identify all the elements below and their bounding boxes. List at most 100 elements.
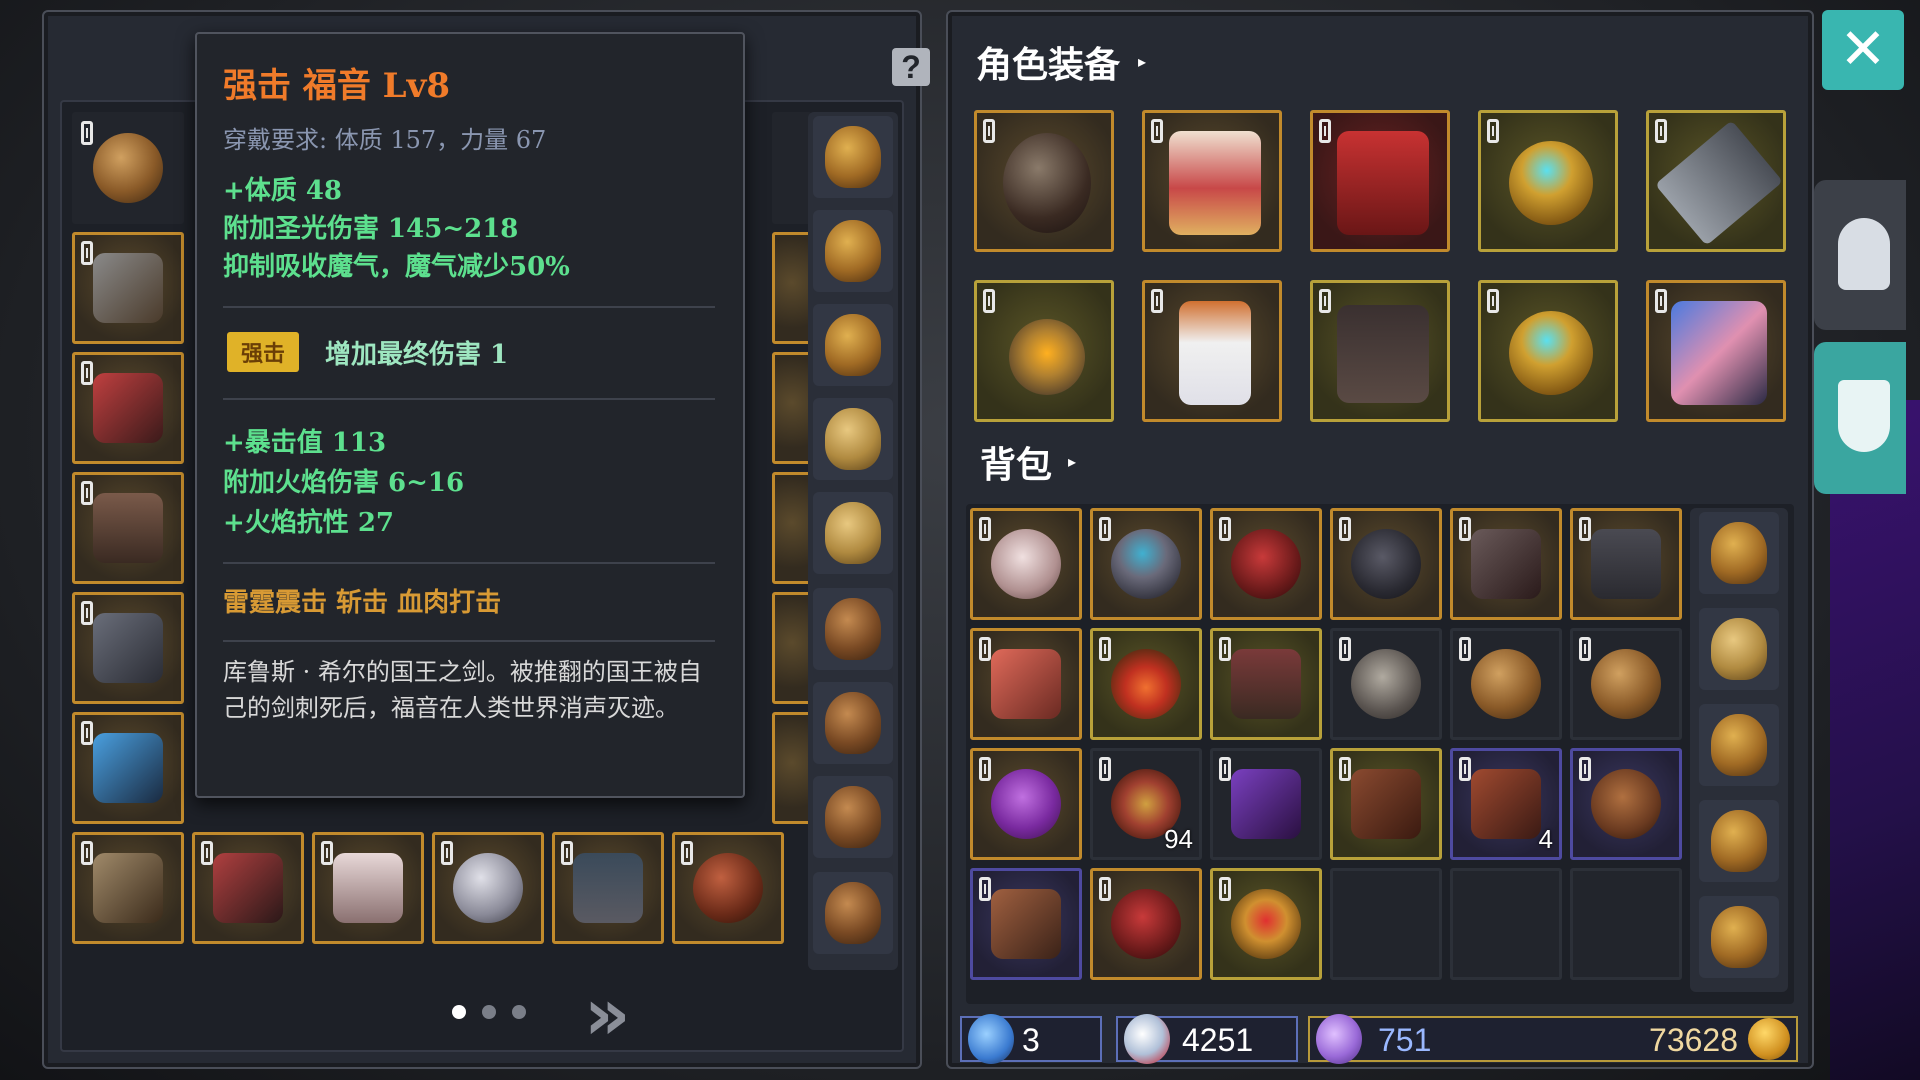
equip-slot-offhand[interactable] xyxy=(1646,280,1786,422)
equip-slot-ring-1[interactable] xyxy=(1478,110,1618,252)
inventory-slot[interactable] xyxy=(72,232,184,344)
backpack-slot-empty[interactable] xyxy=(1450,868,1562,980)
page-dot-3[interactable] xyxy=(512,1005,526,1019)
equipment-title: 角色装备 xyxy=(976,44,1121,86)
claw-icon xyxy=(1351,769,1421,839)
bag-slot[interactable] xyxy=(813,682,893,764)
bag-slot[interactable] xyxy=(1699,512,1779,594)
lock-icon xyxy=(561,841,573,865)
backpack-slot[interactable] xyxy=(1210,628,1322,740)
next-page-button[interactable]: » xyxy=(584,972,630,1056)
bag-slot[interactable] xyxy=(813,776,893,858)
bag-slot[interactable] xyxy=(1699,608,1779,690)
bag-slot[interactable] xyxy=(1699,704,1779,786)
backpack-slot[interactable] xyxy=(1090,628,1202,740)
tab-weapon[interactable] xyxy=(1814,342,1906,494)
backpack-slot-empty[interactable] xyxy=(1330,868,1442,980)
equip-slot-ring-2[interactable] xyxy=(1478,280,1618,422)
backpack-slot[interactable] xyxy=(1570,508,1682,620)
backpack-slot[interactable] xyxy=(970,868,1082,980)
lock-icon xyxy=(979,637,991,661)
inventory-slot[interactable] xyxy=(672,832,784,944)
equip-slot-amulet[interactable] xyxy=(974,280,1114,422)
bag-column xyxy=(808,112,898,970)
backpack-slot[interactable] xyxy=(1090,868,1202,980)
lock-icon xyxy=(1151,289,1163,313)
page-dot-1[interactable] xyxy=(452,1005,466,1019)
backpack-slot[interactable] xyxy=(1210,748,1322,860)
inventory-slot[interactable] xyxy=(72,352,184,464)
bag-slot[interactable] xyxy=(813,210,893,292)
backpack-slot[interactable] xyxy=(970,628,1082,740)
inventory-slot[interactable] xyxy=(772,472,812,584)
inventory-slot[interactable] xyxy=(772,112,812,224)
backpack-slot[interactable] xyxy=(1210,868,1322,980)
backpack-slot[interactable] xyxy=(1450,628,1562,740)
backpack-slot-empty[interactable] xyxy=(1570,868,1682,980)
inventory-slot[interactable] xyxy=(312,832,424,944)
equip-slot-helmet[interactable] xyxy=(974,110,1114,252)
bag-slot[interactable] xyxy=(813,872,893,954)
equip-slot-armor[interactable] xyxy=(1142,110,1282,252)
inventory-slot[interactable] xyxy=(432,832,544,944)
horn-icon xyxy=(991,889,1061,959)
lock-icon xyxy=(1219,757,1231,781)
close-button[interactable]: ✕ xyxy=(1822,10,1904,90)
backpack-slot[interactable]: 4 xyxy=(1450,748,1562,860)
pouch-icon xyxy=(1591,649,1661,719)
equip-slot-weapon[interactable] xyxy=(1646,110,1786,252)
backpack-slot[interactable] xyxy=(1450,508,1562,620)
inventory-slot[interactable] xyxy=(192,832,304,944)
lock-icon xyxy=(321,841,333,865)
equip-slot-cloak[interactable] xyxy=(1310,110,1450,252)
inventory-slot[interactable] xyxy=(72,592,184,704)
bag-slot[interactable] xyxy=(813,304,893,386)
lock-icon xyxy=(1579,637,1591,661)
tab-equipment[interactable] xyxy=(1814,180,1906,330)
inventory-slot[interactable] xyxy=(72,472,184,584)
backpack-slot[interactable] xyxy=(1570,628,1682,740)
inventory-slot[interactable] xyxy=(772,592,812,704)
backpack-slot[interactable] xyxy=(1330,628,1442,740)
inventory-slot[interactable] xyxy=(72,712,184,824)
stat-line: +暴击值 113 xyxy=(223,428,387,458)
inventory-slot[interactable] xyxy=(72,832,184,944)
scythe-icon xyxy=(93,853,163,923)
backpack-slot[interactable] xyxy=(970,748,1082,860)
equip-slot-boots[interactable] xyxy=(1310,280,1450,422)
backpack-icon xyxy=(1711,522,1767,584)
page-dot-2[interactable] xyxy=(482,1005,496,1019)
bag-slot[interactable] xyxy=(813,492,893,574)
backpack-slot[interactable] xyxy=(1330,748,1442,860)
lock-icon xyxy=(81,481,93,505)
bag-slot[interactable] xyxy=(813,398,893,480)
divider xyxy=(223,562,715,564)
inventory-slot[interactable] xyxy=(72,112,184,224)
backpack-slot[interactable] xyxy=(1090,508,1202,620)
bag-slot[interactable] xyxy=(813,588,893,670)
pouch-icon xyxy=(1471,649,1541,719)
item-quantity: 4 xyxy=(1538,824,1553,854)
help-button[interactable]: ? xyxy=(892,48,930,86)
stat-line: +体质 48 xyxy=(223,176,343,206)
backpack-slot[interactable] xyxy=(970,508,1082,620)
sack-icon xyxy=(825,502,881,564)
robe-icon xyxy=(93,493,163,563)
dark-armor-icon xyxy=(1591,529,1661,599)
equip-slot-gloves[interactable] xyxy=(1142,280,1282,422)
backpack-slot[interactable] xyxy=(1570,748,1682,860)
bag-slot[interactable] xyxy=(1699,800,1779,882)
lock-icon xyxy=(1655,119,1667,143)
lock-icon xyxy=(1219,877,1231,901)
bag-slot[interactable] xyxy=(1699,896,1779,978)
backpack-slot[interactable]: 94 xyxy=(1090,748,1202,860)
backpack-slot[interactable] xyxy=(1330,508,1442,620)
inventory-slot[interactable] xyxy=(772,232,812,344)
inventory-slot[interactable] xyxy=(552,832,664,944)
backpack-slot[interactable] xyxy=(1210,508,1322,620)
gem-count: 751 xyxy=(1378,1022,1432,1058)
inventory-slot[interactable] xyxy=(772,352,812,464)
bag-slot[interactable] xyxy=(813,116,893,198)
inventory-slot[interactable] xyxy=(772,712,812,824)
item-tooltip: 强击 福音 Lv8 穿戴要求: 体质 157，力量 67 +体质 48 附加圣光… xyxy=(195,32,745,798)
